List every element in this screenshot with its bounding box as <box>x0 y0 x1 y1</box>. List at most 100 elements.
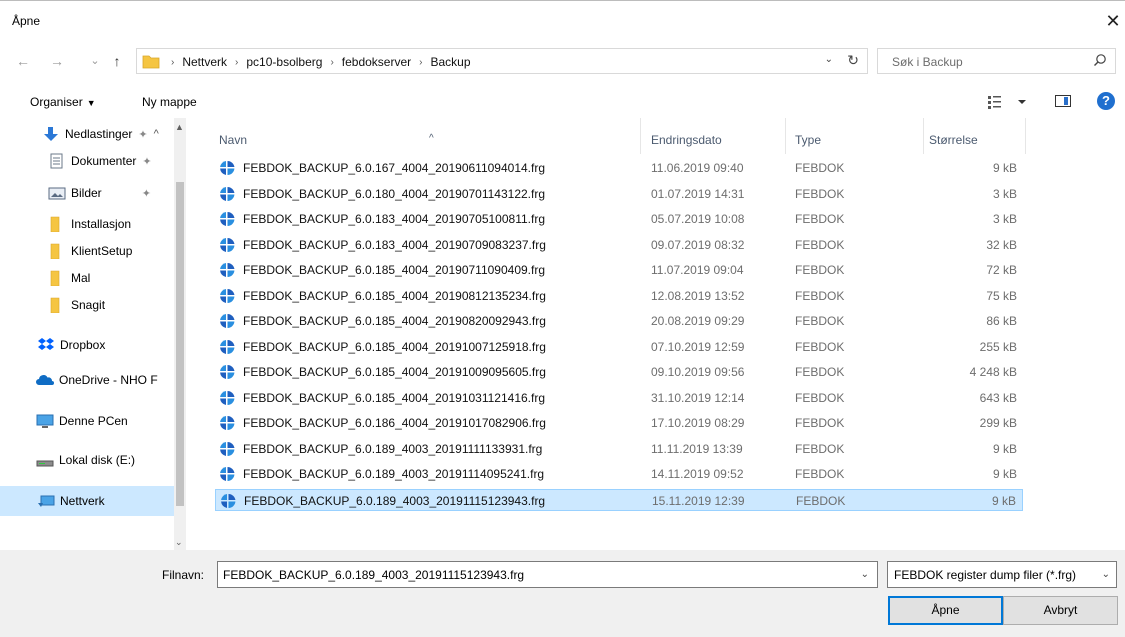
sidebar-item-mal[interactable]: Mal <box>48 266 186 290</box>
sidebar-item-local-disk[interactable]: Lokal disk (E:) <box>36 448 186 472</box>
sidebar-item-label: Dropbox <box>60 338 106 352</box>
view-options-icon[interactable] <box>988 94 1028 110</box>
help-icon[interactable]: ? <box>1097 92 1115 110</box>
file-name: FEBDOK_BACKUP_6.0.185_4004_2019082009294… <box>243 314 546 328</box>
caret-down-icon: ▼ <box>86 98 96 108</box>
sidebar-item-snagit[interactable]: Snagit <box>48 293 186 317</box>
sidebar-scrollbar[interactable]: ▲ ⌄ <box>174 118 186 550</box>
file-name: FEBDOK_BACKUP_6.0.185_4004_2019071109040… <box>243 263 545 277</box>
file-date: 07.10.2019 12:59 <box>651 339 745 354</box>
column-header-label: Type <box>795 133 822 147</box>
file-type: FEBDOK <box>795 212 845 226</box>
file-size: 255 kB <box>979 339 1017 354</box>
sidebar-item-label: Mal <box>71 271 91 285</box>
table-row[interactable]: FEBDOK_BACKUP_6.0.189_4003_2019111512394… <box>215 488 1023 511</box>
command-bar: Organiser ▼ Ny mappe ? <box>0 84 1125 118</box>
breadcrumb-item[interactable]: pc10-bsolberg <box>246 55 322 69</box>
sidebar-item-pictures[interactable]: Bilder ✦ <box>48 181 186 205</box>
address-bar[interactable]: › Nettverk › pc10-bsolberg › febdokserve… <box>136 48 868 74</box>
file-name: FEBDOK_BACKUP_6.0.185_4004_2019103112141… <box>243 390 545 405</box>
file-name: FEBDOK_BACKUP_6.0.183_4004_2019070908323… <box>243 237 546 252</box>
forward-arrow-icon[interactable]: → <box>48 53 66 69</box>
febdok-file-icon <box>220 441 235 456</box>
filetype-select[interactable]: FEBDOK register dump filer (*.frg) ⌄ <box>887 561 1117 588</box>
chevron-down-icon[interactable]: ⌄ <box>825 54 833 65</box>
file-date: 11.07.2019 09:04 <box>651 263 744 277</box>
table-row[interactable]: FEBDOK_BACKUP_6.0.185_4004_2019082009294… <box>215 310 1023 332</box>
folder-icon <box>50 270 60 286</box>
column-header-type[interactable]: Type <box>787 118 924 154</box>
file-date: 01.07.2019 14:31 <box>651 186 745 201</box>
febdok-file-icon <box>220 390 235 405</box>
refresh-icon[interactable]: ↻ <box>847 52 859 69</box>
sidebar-item-downloads[interactable]: Nedlastinger ✦ ^ <box>42 122 186 146</box>
table-row[interactable]: FEBDOK_BACKUP_6.0.180_4004_2019070114312… <box>215 183 1023 205</box>
sidebar-item-network[interactable]: Nettverk <box>0 486 174 516</box>
breadcrumb-item[interactable]: Backup <box>431 55 471 69</box>
recent-locations-chevron-icon[interactable]: ⌄ <box>86 54 104 67</box>
table-row[interactable]: FEBDOK_BACKUP_6.0.183_4004_2019070908323… <box>215 234 1023 256</box>
chevron-down-icon[interactable]: ⌄ <box>861 569 869 580</box>
sidebar-item-label: Nedlastinger <box>65 127 133 141</box>
file-size: 3 kB <box>992 212 1017 226</box>
column-header-name[interactable]: ^ Navn <box>215 118 640 154</box>
table-row[interactable]: FEBDOK_BACKUP_6.0.167_4004_2019061109401… <box>215 157 1023 179</box>
table-row[interactable]: FEBDOK_BACKUP_6.0.185_4004_2019100712591… <box>215 336 1023 358</box>
sidebar-item-onedrive[interactable]: OneDrive - NHO F <box>36 368 186 392</box>
febdok-file-icon <box>220 365 235 379</box>
search-icon[interactable] <box>1093 53 1107 67</box>
filename-input[interactable]: FEBDOK_BACKUP_6.0.189_4003_2019111512394… <box>217 561 878 588</box>
sidebar-item-this-pc[interactable]: Denne PCen <box>36 409 186 433</box>
cancel-button[interactable]: Avbryt <box>1003 596 1118 625</box>
table-row[interactable]: FEBDOK_BACKUP_6.0.189_4003_2019111113393… <box>215 438 1023 460</box>
table-row[interactable]: FEBDOK_BACKUP_6.0.185_4004_2019100909560… <box>215 361 1023 383</box>
sidebar-item-label: Snagit <box>71 298 106 312</box>
scroll-down-icon[interactable]: ⌄ <box>175 537 183 548</box>
sidebar-item-documents[interactable]: Dokumenter ✦ <box>48 149 186 173</box>
organize-label: Organiser <box>30 95 83 109</box>
filename-label: Filnavn: <box>162 568 205 582</box>
febdok-file-icon <box>220 314 235 328</box>
breadcrumb-item[interactable]: Nettverk <box>182 55 227 69</box>
sidebar-item-dropbox[interactable]: Dropbox <box>37 333 186 357</box>
pictures-icon <box>48 187 66 200</box>
scroll-up-caret-icon: ^ <box>153 128 159 140</box>
open-button[interactable]: Åpne <box>888 596 1003 625</box>
file-size: 4 248 kB <box>969 365 1017 379</box>
dialog-footer: Filnavn: FEBDOK_BACKUP_6.0.189_4003_2019… <box>0 550 1125 637</box>
up-arrow-icon[interactable]: ↑ <box>108 53 126 69</box>
sort-up-icon: ^ <box>429 133 434 144</box>
back-arrow-icon[interactable]: ← <box>14 53 32 69</box>
chevron-down-icon[interactable]: ⌄ <box>1102 569 1110 580</box>
file-type: FEBDOK <box>795 314 845 328</box>
file-date: 20.08.2019 09:29 <box>651 314 745 328</box>
breadcrumb-chevron-icon[interactable]: › <box>330 57 333 68</box>
organize-menu[interactable]: Organiser ▼ <box>30 95 96 109</box>
table-row[interactable]: FEBDOK_BACKUP_6.0.185_4004_2019071109040… <box>215 259 1023 281</box>
table-row[interactable]: FEBDOK_BACKUP_6.0.189_4003_2019111409524… <box>215 463 1023 485</box>
breadcrumb-item[interactable]: febdokserver <box>342 55 411 69</box>
close-icon[interactable]: ✕ <box>1101 11 1125 35</box>
table-row[interactable]: FEBDOK_BACKUP_6.0.185_4004_2019081213523… <box>215 285 1023 307</box>
folder-icon <box>50 216 60 232</box>
preview-pane-icon[interactable] <box>1055 95 1071 107</box>
table-row[interactable]: FEBDOK_BACKUP_6.0.185_4004_2019103112141… <box>215 387 1023 409</box>
table-row[interactable]: FEBDOK_BACKUP_6.0.186_4004_2019101708290… <box>215 412 1023 434</box>
breadcrumb-chevron-icon[interactable]: › <box>419 57 422 68</box>
file-size: 86 kB <box>986 314 1017 328</box>
column-header-size[interactable]: Størrelse <box>925 118 1026 154</box>
sidebar-item-installasjon[interactable]: Installasjon <box>48 212 186 236</box>
new-folder-button[interactable]: Ny mappe <box>142 95 197 109</box>
file-size: 32 kB <box>986 237 1017 252</box>
sidebar-item-klientsetup[interactable]: KlientSetup <box>48 239 186 263</box>
column-header-label: Størrelse <box>929 133 978 147</box>
scroll-up-icon[interactable]: ▲ <box>175 122 184 132</box>
scrollbar-thumb[interactable] <box>176 182 184 506</box>
table-row[interactable]: FEBDOK_BACKUP_6.0.183_4004_2019070510081… <box>215 208 1023 230</box>
search-input[interactable]: Søk i Backup <box>877 48 1116 74</box>
column-header-date[interactable]: Endringsdato <box>643 118 786 154</box>
file-date: 11.11.2019 13:39 <box>651 441 743 456</box>
filename-value[interactable]: FEBDOK_BACKUP_6.0.189_4003_2019111512394… <box>223 568 524 582</box>
breadcrumb-chevron-icon[interactable]: › <box>235 57 238 68</box>
file-size: 75 kB <box>986 288 1017 303</box>
